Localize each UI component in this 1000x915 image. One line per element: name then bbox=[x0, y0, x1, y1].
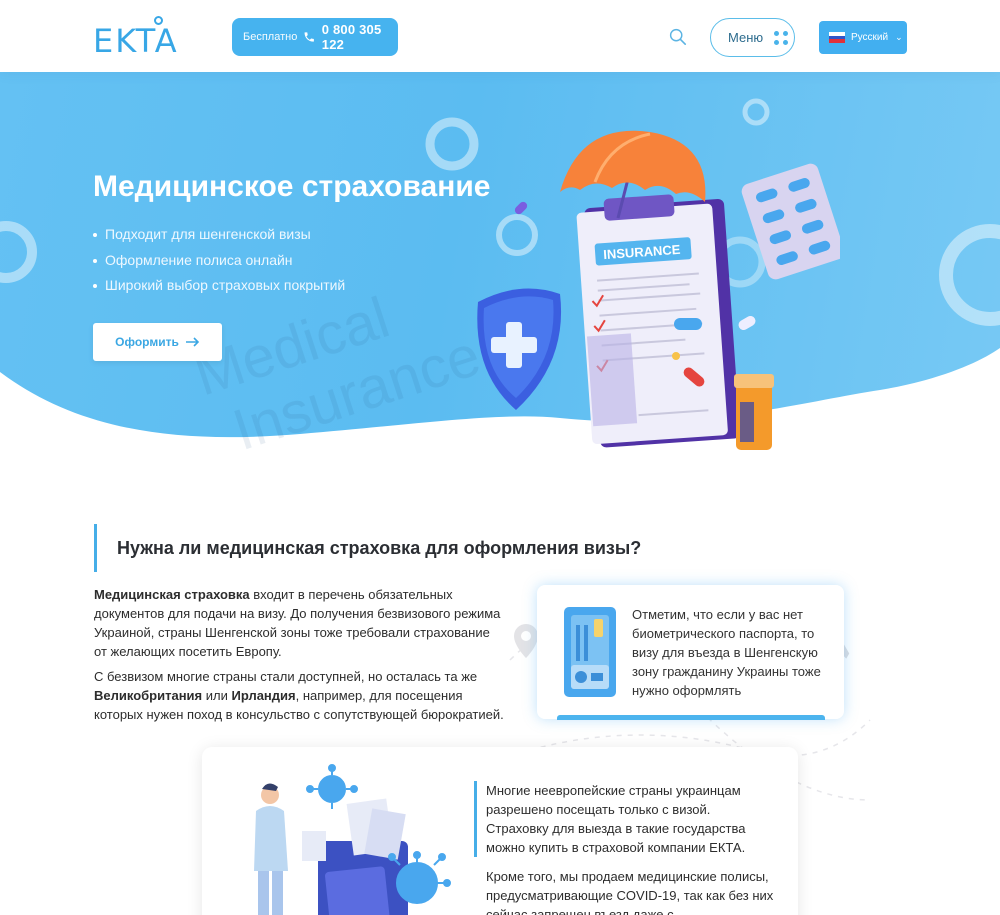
insurance-illustration: INSURANCE bbox=[477, 130, 840, 450]
language-label: Русский bbox=[851, 32, 889, 43]
hero-benefits-list: Подходит для шенгенской визы Оформление … bbox=[93, 222, 345, 299]
biometric-passport-note: Отметим, что если у вас нет биометрическ… bbox=[537, 585, 844, 720]
arrow-right-icon bbox=[185, 337, 199, 347]
chevron-down-icon: ⌄ bbox=[895, 32, 903, 42]
bold-term: Великобритания bbox=[94, 688, 203, 703]
paragraph-visa-requirements: Медицинская страховка входит в перечень … bbox=[94, 585, 504, 661]
documents-illustration bbox=[254, 764, 451, 915]
section-title: Нужна ли медицинская страховка для оформ… bbox=[117, 537, 642, 558]
menu-label: Меню bbox=[728, 30, 764, 45]
logo[interactable]: EKTA bbox=[93, 22, 179, 60]
search-icon[interactable] bbox=[669, 28, 687, 46]
apply-button[interactable]: Оформить bbox=[93, 323, 222, 361]
note-accent-bar bbox=[557, 715, 825, 720]
phone-number: 0 800 305 122 bbox=[321, 22, 382, 52]
site-header: EKTA Бесплатно 0 800 305 122 Меню Русски… bbox=[0, 0, 1000, 72]
paragraph-text: или bbox=[202, 688, 232, 703]
free-call-label: Бесплатно bbox=[243, 31, 298, 43]
logo-degree-mark bbox=[154, 16, 163, 25]
benefit-item: Оформление полиса онлайн bbox=[93, 248, 345, 274]
section-heading: Нужна ли медицинская страховка для оформ… bbox=[94, 524, 641, 572]
apply-button-label: Оформить bbox=[115, 335, 179, 349]
dots-grid-icon bbox=[774, 30, 789, 45]
bottom-quote-text: Многие неевропейские страны украинцам ра… bbox=[474, 781, 774, 857]
passport-card-icon bbox=[564, 607, 616, 697]
paragraph-visa-free: С безвизом многие страны стали доступней… bbox=[94, 667, 504, 724]
non-eu-countries-card: Многие неевропейские страны украинцам ра… bbox=[202, 747, 798, 915]
hero-banner: Medical Insurance Медицинское страховани… bbox=[0, 72, 1000, 452]
russia-flag-icon bbox=[829, 32, 845, 44]
menu-button[interactable]: Меню bbox=[710, 18, 795, 57]
benefit-item: Широкий выбор страховых покрытий bbox=[93, 273, 345, 299]
paragraph-text: С безвизом многие страны стали доступней… bbox=[94, 669, 478, 684]
free-call-button[interactable]: Бесплатно 0 800 305 122 bbox=[232, 18, 398, 56]
covid-policy-text: Кроме того, мы продаем медицинские полис… bbox=[486, 869, 774, 915]
benefit-item: Подходит для шенгенской визы bbox=[93, 222, 345, 248]
bold-term: Медицинская страховка bbox=[94, 587, 250, 602]
language-selector[interactable]: Русский ⌄ bbox=[819, 21, 907, 54]
phone-icon bbox=[304, 32, 315, 42]
note-text: Отметим, что если у вас нет биометрическ… bbox=[632, 607, 821, 698]
bold-term: Ирландия bbox=[231, 688, 296, 703]
